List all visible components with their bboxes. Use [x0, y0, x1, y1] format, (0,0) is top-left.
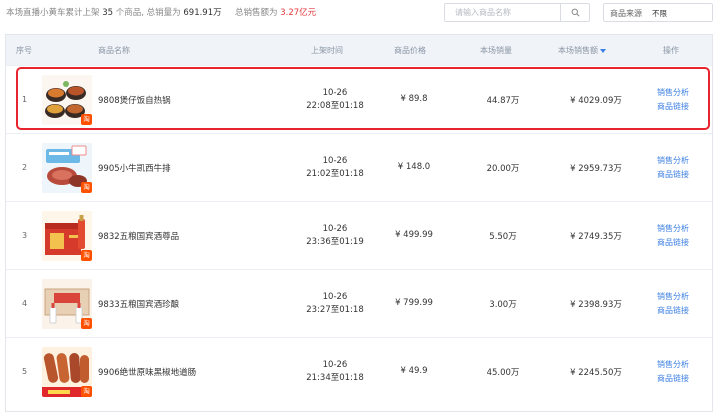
product-link[interactable]: 商品链接: [651, 372, 695, 386]
source-label: 商品来源: [610, 9, 642, 18]
sales-analysis-link[interactable]: 销售分析: [651, 154, 695, 168]
product-thumbnail[interactable]: 淘: [42, 75, 92, 125]
taobao-badge-icon: 淘: [81, 386, 92, 397]
product-price: ¥ 49.9: [400, 366, 428, 376]
product-name: 9833五粮国宾酒珍酿: [98, 300, 180, 310]
header-index: 序号: [16, 46, 32, 55]
listing-time-range: 23:27至01:18: [306, 305, 364, 315]
product-sales: 44.87万: [486, 96, 520, 106]
listing-time-range: 21:34至01:18: [306, 373, 364, 383]
product-price: ¥ 89.8: [400, 94, 428, 104]
row-actions: 销售分析 商品链接: [651, 154, 695, 182]
product-count: 35: [102, 8, 114, 18]
taobao-badge-icon: 淘: [81, 114, 92, 125]
listing-date: 10-26: [322, 224, 348, 234]
listing-time-range: 23:36至01:19: [306, 237, 364, 247]
listing-date: 10-26: [322, 88, 348, 98]
product-name: 9906绝世原味黑椒地道肠: [98, 368, 197, 378]
table-row: 1 淘 9808煲仔饭自热锅 10-26 22:08至01:18 ¥ 89.8 …: [6, 65, 712, 133]
summary-prefix: 本场直播小黄车累计上架: [6, 8, 100, 18]
product-sales: 20.00万: [486, 164, 520, 174]
product-link[interactable]: 商品链接: [651, 236, 695, 250]
product-price: ¥ 799.99: [395, 298, 433, 308]
listing-time: 10-26 21:34至01:18: [298, 359, 372, 385]
header-name: 商品名称: [98, 46, 130, 55]
header-price[interactable]: 商品价格: [394, 45, 426, 56]
row-index: 2: [22, 163, 28, 172]
listing-date: 10-26: [322, 292, 348, 302]
product-name: 9905小牛凯西牛排: [98, 164, 171, 174]
product-name: 9832五粮国宾酒尊品: [98, 232, 180, 242]
listing-time: 10-26 21:02至01:18: [298, 155, 372, 181]
product-amount: ¥ 2245.50万: [570, 368, 622, 378]
listing-time-range: 21:02至01:18: [306, 169, 364, 179]
listing-date: 10-26: [322, 360, 348, 370]
product-thumbnail[interactable]: 淘: [42, 347, 92, 397]
product-thumbnail[interactable]: 淘: [42, 211, 92, 261]
product-price: ¥ 148.0: [397, 162, 431, 172]
listing-time: 10-26 22:08至01:18: [298, 87, 372, 113]
table-header: 序号 商品名称 上架时间 商品价格 本场销量 本场销售额 操作: [6, 35, 712, 65]
sales-analysis-link[interactable]: 销售分析: [651, 358, 695, 372]
sales-label: 总销量为: [146, 8, 181, 18]
row-actions: 销售分析 商品链接: [651, 86, 695, 114]
table-row: 4 淘 9833五粮国宾酒珍酿 10-26 23:27至01:18 ¥ 799.…: [6, 269, 712, 337]
summary-bar: 本场直播小黄车累计上架 35 个商品, 总销量为 691.91万 总销售额为 3…: [0, 0, 720, 26]
sales-analysis-link[interactable]: 销售分析: [651, 290, 695, 304]
product-link[interactable]: 商品链接: [651, 100, 695, 114]
product-sales: 45.00万: [486, 368, 520, 378]
product-link[interactable]: 商品链接: [651, 304, 695, 318]
product-name: 9808煲仔饭自热锅: [98, 96, 171, 106]
sort-desc-icon: [600, 48, 606, 53]
header-amount[interactable]: 本场销售额: [558, 45, 606, 56]
header-time[interactable]: 上架时间: [311, 45, 343, 56]
amount-label: 总销售额为: [235, 8, 278, 18]
product-amount: ¥ 2749.35万: [570, 232, 622, 242]
table-row: 2 淘 9905小牛凯西牛排 10-26 21:02至01:18 ¥ 148.0…: [6, 133, 712, 201]
source-filter-select[interactable]: 商品来源 不限: [603, 3, 713, 22]
product-table: 序号 商品名称 上架时间 商品价格 本场销量 本场销售额 操作 1 淘 9808…: [5, 34, 713, 412]
header-amount-label: 本场销售额: [558, 46, 598, 55]
count-suffix: 个商品,: [115, 8, 144, 18]
search-box: [444, 3, 590, 22]
taobao-badge-icon: 淘: [81, 250, 92, 261]
listing-time: 10-26 23:27至01:18: [298, 291, 372, 317]
taobao-badge-icon: 淘: [81, 182, 92, 193]
total-amount-value: 3.27亿元: [280, 8, 317, 18]
product-amount: ¥ 2959.73万: [570, 164, 622, 174]
search-button[interactable]: [560, 4, 589, 21]
listing-time: 10-26 23:36至01:19: [298, 223, 372, 249]
table-row: 5 淘 9906绝世原味黑椒地道肠 10-26 21:34至01:18 ¥ 49…: [6, 337, 712, 405]
product-sales: 3.00万: [489, 300, 517, 310]
listing-time-range: 22:08至01:18: [306, 101, 364, 111]
row-index: 3: [22, 231, 28, 240]
row-index: 1: [22, 95, 28, 104]
search-icon: [571, 8, 579, 17]
header-ops: 操作: [663, 46, 679, 55]
listing-date: 10-26: [322, 156, 348, 166]
product-price: ¥ 499.99: [395, 230, 433, 240]
row-actions: 销售分析 商品链接: [651, 358, 695, 386]
row-index: 5: [22, 367, 28, 376]
product-amount: ¥ 4029.09万: [570, 96, 622, 106]
source-value: 不限: [652, 9, 667, 18]
product-amount: ¥ 2398.93万: [570, 300, 622, 310]
summary-text: 本场直播小黄车累计上架 35 个商品, 总销量为 691.91万 总销售额为 3…: [6, 6, 316, 18]
row-actions: 销售分析 商品链接: [651, 290, 695, 318]
search-input[interactable]: [445, 4, 561, 21]
header-sales[interactable]: 本场销量: [480, 45, 512, 56]
product-thumbnail[interactable]: 淘: [42, 143, 92, 193]
product-thumbnail[interactable]: 淘: [42, 279, 92, 329]
sales-analysis-link[interactable]: 销售分析: [651, 86, 695, 100]
sales-analysis-link[interactable]: 销售分析: [651, 222, 695, 236]
table-row: 3 淘 9832五粮国宾酒尊品 10-26 23:36至01:19 ¥ 499.…: [6, 201, 712, 269]
taobao-badge-icon: 淘: [81, 318, 92, 329]
product-sales: 5.50万: [489, 232, 517, 242]
row-index: 4: [22, 299, 28, 308]
product-link[interactable]: 商品链接: [651, 168, 695, 182]
row-actions: 销售分析 商品链接: [651, 222, 695, 250]
total-sales-value: 691.91万: [183, 8, 222, 18]
